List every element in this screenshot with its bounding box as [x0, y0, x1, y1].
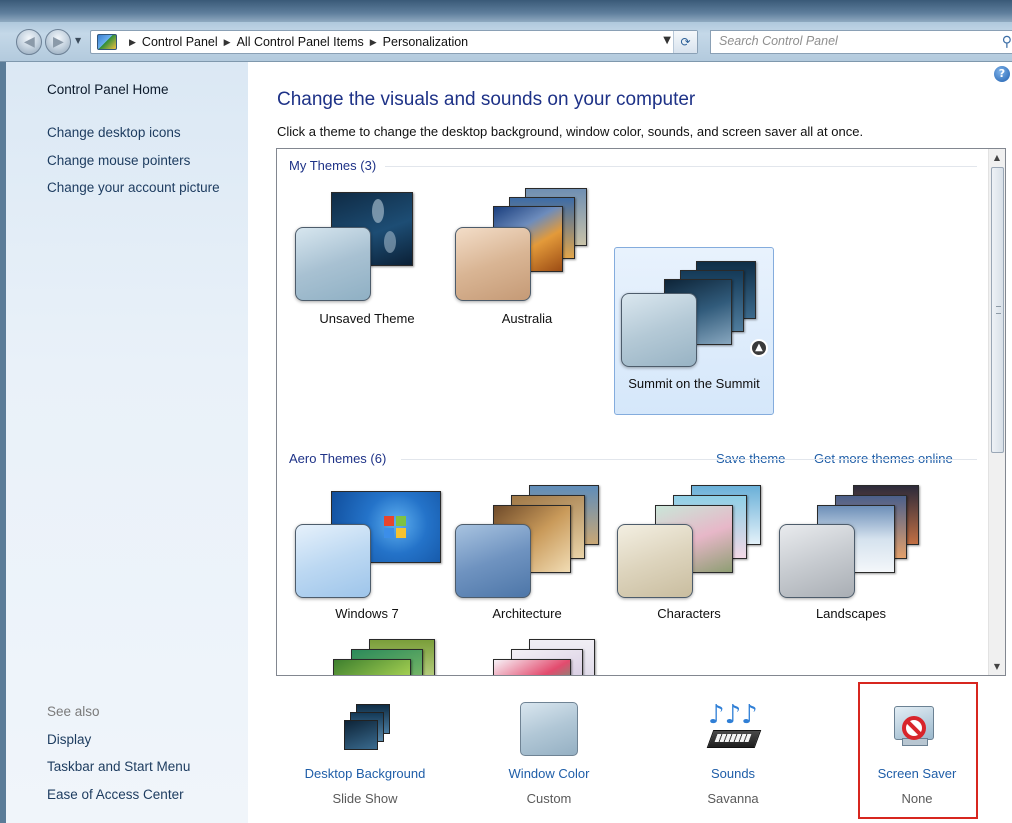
- back-arrow-icon: ◀: [24, 34, 35, 50]
- window-color-setting[interactable]: Window Color Custom: [474, 690, 624, 816]
- theme-label: Characters: [657, 606, 721, 621]
- window-color-swatch: [621, 293, 697, 367]
- theme-label: Architecture: [492, 606, 562, 621]
- theme-label: Summit on the Summit: [628, 376, 760, 391]
- setting-name: Window Color: [508, 766, 590, 781]
- setting-value: Custom: [526, 791, 572, 806]
- display-link[interactable]: Display: [47, 732, 91, 747]
- refresh-icon[interactable]: ⟳: [673, 31, 697, 53]
- recent-pages-dropdown[interactable]: ▼: [75, 36, 81, 45]
- setting-name: Sounds: [710, 766, 756, 781]
- theme-australia[interactable]: Australia: [447, 182, 607, 348]
- theme-summit[interactable]: ▲ Summit on the Summit: [614, 247, 774, 415]
- scenes-wallpaper-thumbnail: [493, 659, 571, 675]
- scroll-up-icon[interactable]: ▲: [989, 149, 1005, 166]
- change-account-picture-link[interactable]: Change your account picture: [47, 180, 220, 195]
- theme-landscapes[interactable]: Landscapes: [771, 485, 931, 651]
- theme-architecture[interactable]: Architecture: [447, 485, 607, 651]
- breadcrumb-all-items[interactable]: All Control Panel Items: [237, 35, 364, 49]
- theme-unsaved[interactable]: Unsaved Theme: [287, 182, 447, 348]
- aero-themes-header: Aero Themes (6): [289, 451, 387, 466]
- task-pane: Control Panel Home Change desktop icons …: [0, 62, 248, 823]
- theme-nature-partial[interactable]: [287, 639, 447, 675]
- breadcrumb-separator-icon[interactable]: ▶: [129, 37, 136, 47]
- window-color-swatch: [295, 524, 371, 598]
- breadcrumb-control-panel[interactable]: Control Panel: [142, 35, 218, 49]
- theme-characters[interactable]: Characters: [609, 485, 769, 651]
- search-box[interactable]: ⚲: [710, 30, 1012, 54]
- theme-label: Unsaved Theme: [319, 311, 415, 326]
- scroll-grip-icon: [996, 306, 1001, 314]
- scroll-down-icon[interactable]: ▼: [989, 658, 1005, 675]
- address-bar[interactable]: ▶ Control Panel ▶ All Control Panel Items ▶ P…: [90, 30, 698, 54]
- breadcrumb-separator-icon[interactable]: ▶: [370, 37, 377, 47]
- window-color-swatch: [455, 227, 531, 301]
- address-dropdown-icon[interactable]: ▼: [663, 35, 671, 46]
- theme-list: My Themes (3) Unsaved Theme Australia ▲ …: [276, 148, 1006, 676]
- page-subtitle: Click a theme to change the desktop back…: [277, 124, 864, 139]
- screen-saver-highlight: [858, 682, 978, 819]
- nature-wallpaper-thumbnail: [333, 659, 411, 675]
- window-frame: [0, 0, 1012, 22]
- summit-badge-icon: ▲: [750, 339, 768, 357]
- scroll-thumb[interactable]: [991, 167, 1004, 453]
- main-content: ? Change the visuals and sounds on your …: [248, 62, 1012, 823]
- taskbar-start-menu-link[interactable]: Taskbar and Start Menu: [47, 759, 190, 774]
- ease-of-access-link[interactable]: Ease of Access Center: [47, 787, 184, 802]
- window-color-icon: [520, 702, 578, 756]
- change-desktop-icons-link[interactable]: Change desktop icons: [47, 125, 181, 140]
- sounds-icon: ♪♪♪: [704, 700, 762, 756]
- my-themes-header: My Themes (3): [289, 158, 377, 173]
- theme-label: Australia: [501, 311, 553, 326]
- theme-label: Windows 7: [335, 606, 399, 621]
- control-panel-home-link[interactable]: Control Panel Home: [47, 82, 169, 97]
- desktop-background-icon: [342, 704, 390, 752]
- window-color-swatch: [779, 524, 855, 598]
- search-input[interactable]: [719, 34, 969, 48]
- sounds-setting[interactable]: ♪♪♪ Sounds Savanna: [658, 690, 808, 816]
- group-divider: [385, 166, 977, 167]
- setting-name: Desktop Background: [304, 766, 426, 781]
- change-mouse-pointers-link[interactable]: Change mouse pointers: [47, 153, 190, 168]
- page-title: Change the visuals and sounds on your co…: [277, 89, 696, 110]
- control-panel-icon: [97, 34, 117, 50]
- back-button[interactable]: ◀: [16, 29, 42, 55]
- breadcrumb-personalization[interactable]: Personalization: [383, 35, 468, 49]
- desktop-background-setting[interactable]: Desktop Background Slide Show: [290, 690, 440, 816]
- see-also-heading: See also: [47, 704, 100, 719]
- title-bar: ◀ ▶ ▼ ▶ Control Panel ▶ All Control Panel I…: [0, 0, 1012, 62]
- setting-value: Savanna: [707, 791, 759, 806]
- theme-list-scrollbar[interactable]: ▲ ▼: [988, 149, 1005, 675]
- help-icon[interactable]: ?: [994, 66, 1010, 82]
- group-divider: [401, 459, 977, 460]
- breadcrumb-separator-icon[interactable]: ▶: [224, 37, 231, 47]
- window-color-swatch: [295, 227, 371, 301]
- search-icon[interactable]: ⚲: [1002, 34, 1012, 50]
- forward-arrow-icon: ▶: [53, 34, 64, 50]
- forward-button[interactable]: ▶: [45, 29, 71, 55]
- window-color-swatch: [455, 524, 531, 598]
- window-color-swatch: [617, 524, 693, 598]
- theme-windows-7[interactable]: Windows 7: [287, 485, 447, 651]
- breadcrumb: ▶ Control Panel ▶ All Control Panel Items ▶ P…: [123, 35, 468, 49]
- theme-scenes-partial[interactable]: [447, 639, 607, 675]
- setting-value: Slide Show: [332, 791, 398, 806]
- theme-label: Landscapes: [815, 606, 887, 621]
